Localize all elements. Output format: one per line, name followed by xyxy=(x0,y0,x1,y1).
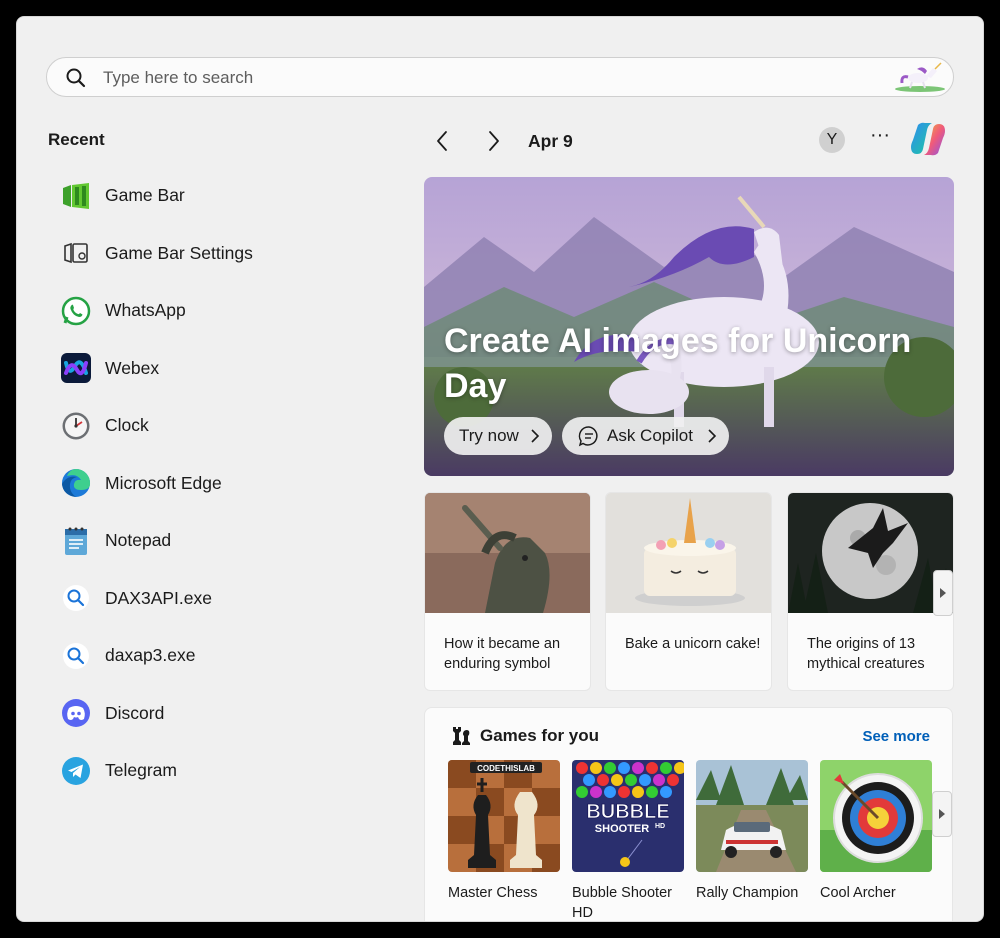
notepad-icon xyxy=(59,524,93,558)
try-now-button[interactable]: Try now xyxy=(444,417,552,455)
recent-app-game-bar[interactable]: Game Bar xyxy=(57,167,377,225)
chess-rook-icon xyxy=(453,727,470,745)
search-file-icon xyxy=(59,581,93,615)
previous-day-button[interactable] xyxy=(430,128,456,154)
copilot-icon[interactable] xyxy=(908,119,948,159)
game-label: Cool Archer xyxy=(820,885,896,901)
app-label: Notepad xyxy=(105,530,172,551)
unicorn-statue-image xyxy=(425,493,590,613)
recent-app-telegram[interactable]: Telegram xyxy=(57,742,377,800)
cool-archer-tile xyxy=(820,760,932,872)
rally-champion-tile xyxy=(696,760,808,872)
recent-app-clock[interactable]: Clock xyxy=(57,397,377,455)
recent-app-whatsapp[interactable]: WhatsApp xyxy=(57,282,377,340)
search-file-icon xyxy=(59,639,93,673)
article-caption: How it became an enduring symbol xyxy=(444,636,561,672)
recent-app-dax3api[interactable]: DAX3API.exe xyxy=(57,570,377,628)
next-day-button[interactable] xyxy=(480,128,506,154)
bubble-title-text: BUBBLE xyxy=(586,801,669,823)
recent-app-game-bar-settings[interactable]: Game Bar Settings xyxy=(57,225,377,283)
caret-right-icon xyxy=(940,588,946,598)
game-label: Bubble Shooter HD xyxy=(572,885,672,921)
search-icon xyxy=(66,68,86,88)
chevron-right-icon xyxy=(708,429,717,443)
game-rally-champion[interactable]: Rally Champion xyxy=(696,760,808,903)
see-more-link[interactable]: See more xyxy=(862,728,930,745)
app-label: Discord xyxy=(105,702,165,723)
recent-heading: Recent xyxy=(48,130,105,149)
try-now-label: Try now xyxy=(459,426,519,445)
search-bar[interactable] xyxy=(46,57,954,97)
search-input[interactable] xyxy=(101,64,885,92)
recent-app-notepad[interactable]: Notepad xyxy=(57,512,377,570)
app-label: Telegram xyxy=(105,760,177,781)
game-master-chess[interactable]: CODETHISLAB Master Chess xyxy=(448,760,560,903)
games-heading: Games for you xyxy=(480,726,600,745)
games-scroll-right-button[interactable] xyxy=(932,791,952,837)
chat-bubble-icon xyxy=(578,426,598,447)
game-bar-icon xyxy=(59,179,93,213)
app-label: Game Bar xyxy=(105,185,185,206)
article-card-creatures[interactable]: The origins of 13 mythical creatures xyxy=(787,492,954,691)
dragon-moon-image xyxy=(788,493,953,613)
ask-copilot-button[interactable]: Ask Copilot xyxy=(562,417,729,455)
shooter-subtitle-text: SHOOTER xyxy=(595,823,649,835)
recent-app-webex[interactable]: Webex xyxy=(57,340,377,398)
recent-app-discord[interactable]: Discord xyxy=(57,685,377,743)
game-label: Rally Champion xyxy=(696,885,799,901)
webex-icon xyxy=(59,351,93,385)
game-cool-archer[interactable]: Cool Archer xyxy=(820,760,932,903)
article-card-symbol[interactable]: How it became an enduring symbol xyxy=(424,492,591,691)
app-label: Clock xyxy=(105,415,149,436)
search-panel: Recent Game Bar Game Bar Settings WhatsA… xyxy=(16,16,984,922)
game-bubble-shooter[interactable]: BUBBLE SHOOTER HD Bubble Shooter HD xyxy=(572,760,686,921)
app-label: Game Bar Settings xyxy=(105,242,253,263)
hero-title: Create AI images for Unicorn Day xyxy=(444,322,912,405)
edge-icon xyxy=(59,466,93,500)
discord-icon xyxy=(59,696,93,730)
master-chess-tile: CODETHISLAB xyxy=(448,760,560,872)
recent-app-microsoft-edge[interactable]: Microsoft Edge xyxy=(57,455,377,513)
unicorn-doodle-icon[interactable] xyxy=(893,61,947,93)
app-label: daxap3.exe xyxy=(105,645,196,666)
whatsapp-icon xyxy=(59,294,93,328)
games-section: Games for you See more CODETHISLAB Maste… xyxy=(424,707,953,921)
more-options-button[interactable]: ··· xyxy=(867,125,893,151)
bubble-shooter-tile: BUBBLE SHOOTER HD xyxy=(572,760,686,872)
chevron-right-icon xyxy=(531,429,540,443)
cards-scroll-right-button[interactable] xyxy=(933,570,953,616)
hero-banner[interactable]: Create AI images for Unicorn Day Try now… xyxy=(424,177,954,476)
app-label: DAX3API.exe xyxy=(105,587,212,608)
app-label: Microsoft Edge xyxy=(105,472,222,493)
unicorn-cake-image xyxy=(606,493,771,613)
caret-right-icon xyxy=(939,809,945,819)
telegram-icon xyxy=(59,754,93,788)
recent-app-daxap3[interactable]: daxap3.exe xyxy=(57,627,377,685)
game-label: Master Chess xyxy=(448,885,538,901)
article-card-cake[interactable]: Bake a unicorn cake! xyxy=(605,492,772,691)
article-caption: The origins of 13 mythical creatures xyxy=(807,636,925,672)
app-label: WhatsApp xyxy=(105,300,186,321)
current-date: Apr 9 xyxy=(528,131,573,151)
article-caption: Bake a unicorn cake! xyxy=(625,636,761,652)
hd-badge-text: HD xyxy=(655,823,665,830)
ask-copilot-label: Ask Copilot xyxy=(607,426,693,445)
user-avatar[interactable]: Y xyxy=(819,127,845,153)
clock-icon xyxy=(59,409,93,443)
codethislab-badge: CODETHISLAB xyxy=(477,764,535,773)
game-bar-settings-icon xyxy=(59,236,93,270)
recent-app-list: Game Bar Game Bar Settings WhatsApp Webe… xyxy=(57,167,377,800)
app-label: Webex xyxy=(105,357,160,378)
